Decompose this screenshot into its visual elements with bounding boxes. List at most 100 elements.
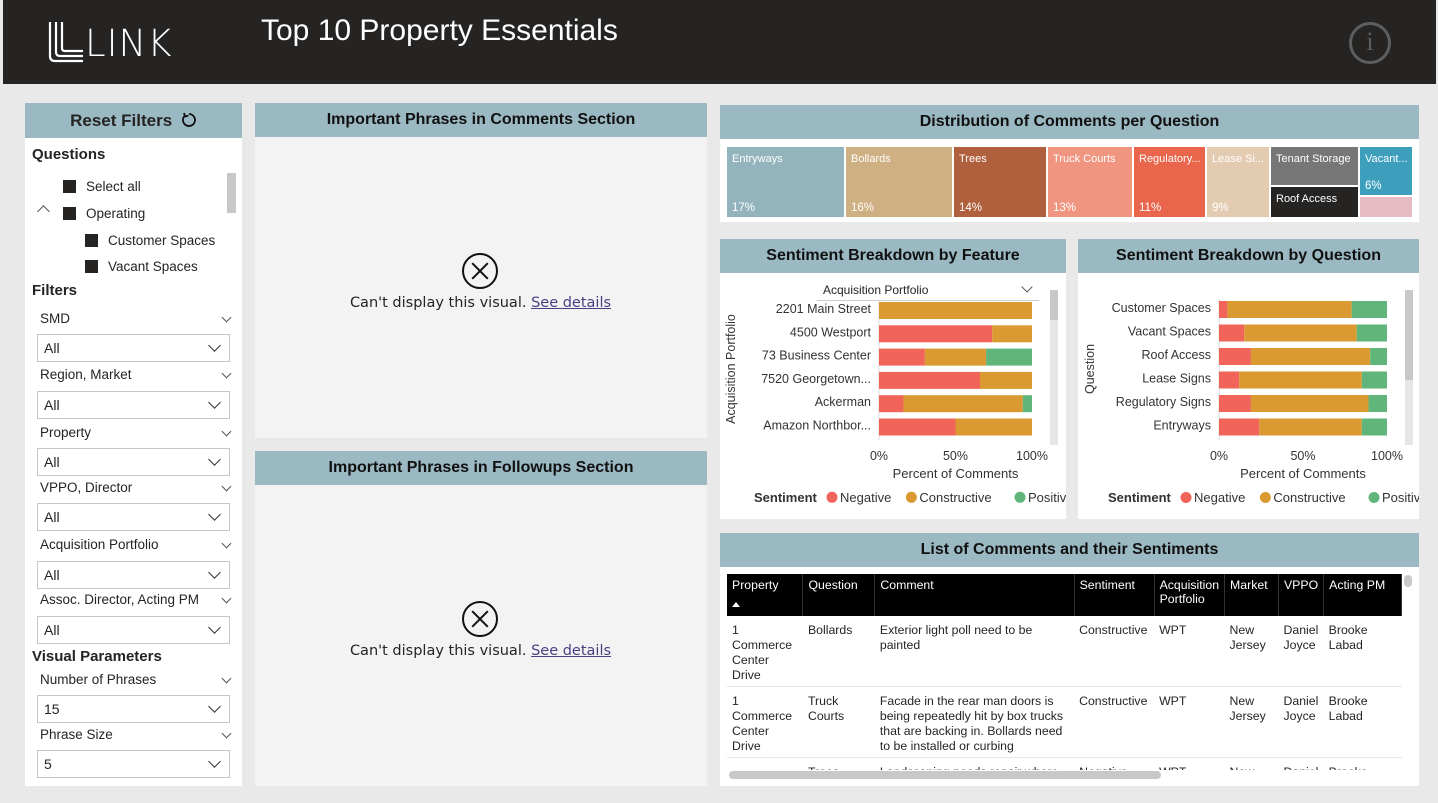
phrases-comments-panel: Important Phrases in Comments Section Ca… [255, 103, 707, 438]
bar-segment-positive[interactable] [1361, 418, 1387, 436]
bar-segment-negative[interactable] [879, 371, 980, 389]
column-header-acquisition-portfolio[interactable]: Acquisition Portfolio [1154, 574, 1226, 616]
bar-segment-negative[interactable] [1219, 395, 1251, 412]
param-label-number-of-phrases[interactable]: Number of Phrases [40, 672, 232, 687]
table-vertical-scrollbar[interactable] [1404, 575, 1412, 587]
bar-segment-negative[interactable] [1219, 371, 1240, 389]
bar-segment-positive[interactable] [1368, 395, 1387, 412]
filter-label-property[interactable]: Property [40, 425, 232, 440]
bar-segment-constructive[interactable] [979, 371, 1032, 389]
dropdown-assoc-director[interactable]: All [37, 616, 230, 644]
questions-scrollbar[interactable] [227, 173, 236, 213]
treemap-tile-other[interactable] [1360, 197, 1412, 217]
table-cell: WPT [1154, 616, 1225, 687]
bar-segment-constructive[interactable] [955, 418, 1033, 436]
legend-marker-constructive [905, 491, 917, 503]
bar-segment-constructive[interactable] [903, 395, 1023, 413]
filter-label-smd[interactable]: SMD [40, 311, 232, 326]
category-label: Lease Signs [1142, 372, 1211, 386]
treemap-tile-lease-signs[interactable]: Lease Si... 9% [1207, 147, 1269, 217]
table-row[interactable]: 1 Commerce Center Drive Truck Courts Fac… [727, 686, 1402, 758]
dropdown-number-of-phrases[interactable]: 15 [37, 695, 230, 723]
bar-segment-constructive[interactable] [1250, 348, 1371, 365]
header-bar: LINK Top 10 Property Essentials i [3, 0, 1436, 84]
table-cell: Constructive [1074, 616, 1155, 687]
bar-segment-negative[interactable] [879, 395, 904, 413]
dropdown-region-market[interactable]: All [37, 391, 230, 419]
table-row[interactable]: 1 Commerce Center Drive Bollards Exterio… [727, 616, 1402, 687]
table-cell: 1 Commerce Center Drive [727, 686, 803, 758]
bar-segment-negative[interactable] [1219, 301, 1228, 318]
phrases-comments-title: Important Phrases in Comments Section [255, 103, 707, 137]
bar-segment-constructive[interactable] [1250, 395, 1369, 412]
bar-segment-negative[interactable] [1219, 418, 1260, 436]
bar-segment-positive[interactable] [986, 348, 1032, 366]
bar-segment-constructive[interactable] [1244, 324, 1357, 342]
info-button[interactable]: i [1349, 22, 1391, 64]
filter-label-region-market[interactable]: Region, Market [40, 367, 232, 382]
bar-segment-constructive[interactable] [1239, 371, 1362, 389]
see-details-link[interactable]: See details [531, 295, 611, 311]
column-header-sentiment[interactable]: Sentiment [1074, 574, 1155, 616]
treemap-tile-trees[interactable]: Trees 14% [954, 147, 1046, 217]
column-header-comment[interactable]: Comment [874, 574, 1075, 616]
bar-segment-negative[interactable] [879, 348, 925, 366]
table-horizontal-scrollbar[interactable] [729, 771, 1161, 779]
column-header-vppo[interactable]: VPPO [1278, 574, 1325, 616]
slicer-item-vacant-spaces[interactable]: Vacant Spaces [85, 259, 198, 274]
treemap-tile-vacant[interactable]: Vacant... 6% [1360, 147, 1412, 195]
treemap-tile-entryways[interactable]: Entryways 17% [727, 147, 844, 217]
treemap-tile-roof-access[interactable]: Roof Access [1271, 187, 1358, 217]
table-row[interactable]: Trees Landscaping needs repair where Neg… [727, 757, 1402, 770]
category-label: Vacant Spaces [1128, 325, 1211, 339]
treemap-tile-truck-courts[interactable]: Truck Courts 13% [1048, 147, 1132, 217]
bar-segment-positive[interactable] [1356, 324, 1387, 342]
bar-segment-negative[interactable] [879, 325, 993, 343]
treemap-panel: Distribution of Comments per Question En… [720, 105, 1419, 222]
chevron-down-icon [208, 755, 221, 768]
treemap-tile-regulatory[interactable]: Regulatory... 11% [1134, 147, 1205, 217]
reset-filters-button[interactable]: Reset Filters [25, 103, 242, 138]
dropdown-property[interactable]: All [37, 448, 230, 476]
param-label-phrase-size[interactable]: Phrase Size [40, 727, 232, 742]
bar-segment-positive[interactable] [1361, 371, 1387, 389]
chevron-down-icon [221, 312, 232, 323]
bar-segment-constructive[interactable] [879, 302, 1032, 319]
table-cell: New Jersey [1224, 686, 1279, 758]
chevron-down-icon [221, 426, 232, 437]
bar-segment-positive[interactable] [1351, 301, 1387, 318]
bar-segment-positive[interactable] [1022, 395, 1032, 413]
table-cell: Bollards [802, 616, 875, 687]
bar-segment-constructive[interactable] [924, 348, 987, 366]
dropdown-phrase-size[interactable]: 5 [37, 750, 230, 778]
bar-segment-constructive[interactable] [1259, 418, 1362, 436]
bar-segment-constructive[interactable] [1227, 301, 1352, 318]
column-header-property[interactable]: Property [727, 574, 804, 616]
filter-label-assoc-director[interactable]: Assoc. Director, Acting PM [40, 592, 232, 607]
see-details-link[interactable]: See details [531, 643, 611, 659]
filter-label-acquisition-portfolio[interactable]: Acquisition Portfolio [40, 537, 232, 552]
x-tick-label: 100% [1016, 449, 1048, 463]
bar-segment-negative[interactable] [1219, 324, 1245, 342]
filter-label-vppo-director[interactable]: VPPO, Director [40, 480, 232, 495]
column-header-market[interactable]: Market [1224, 574, 1279, 616]
table-cell: WPT [1154, 686, 1225, 758]
slicer-item-customer-spaces[interactable]: Customer Spaces [85, 233, 215, 248]
dropdown-vppo-director[interactable]: All [37, 503, 230, 531]
dropdown-acquisition-portfolio[interactable]: All [37, 561, 230, 589]
table-cell: Daniel Joyce [1278, 686, 1324, 758]
dropdown-smd[interactable]: All [37, 334, 230, 362]
collapse-caret-icon[interactable] [37, 205, 50, 218]
bar-segment-positive[interactable] [1370, 348, 1387, 365]
treemap-title: Distribution of Comments per Question [720, 105, 1419, 139]
slicer-item-operating[interactable]: Operating [63, 206, 145, 221]
slicer-item-select-all[interactable]: Select all [63, 179, 141, 194]
filter-pane: Reset Filters Questions Select all Opera… [25, 103, 242, 786]
bar-segment-negative[interactable] [1219, 348, 1251, 365]
bar-segment-negative[interactable] [879, 418, 956, 436]
bar-segment-constructive[interactable] [992, 325, 1032, 343]
column-header-acting-pm[interactable]: Acting PM [1323, 574, 1402, 616]
treemap-tile-bollards[interactable]: Bollards 16% [846, 147, 952, 217]
column-header-question[interactable]: Question [802, 574, 876, 616]
treemap-tile-tenant-storage[interactable]: Tenant Storage [1271, 147, 1358, 185]
